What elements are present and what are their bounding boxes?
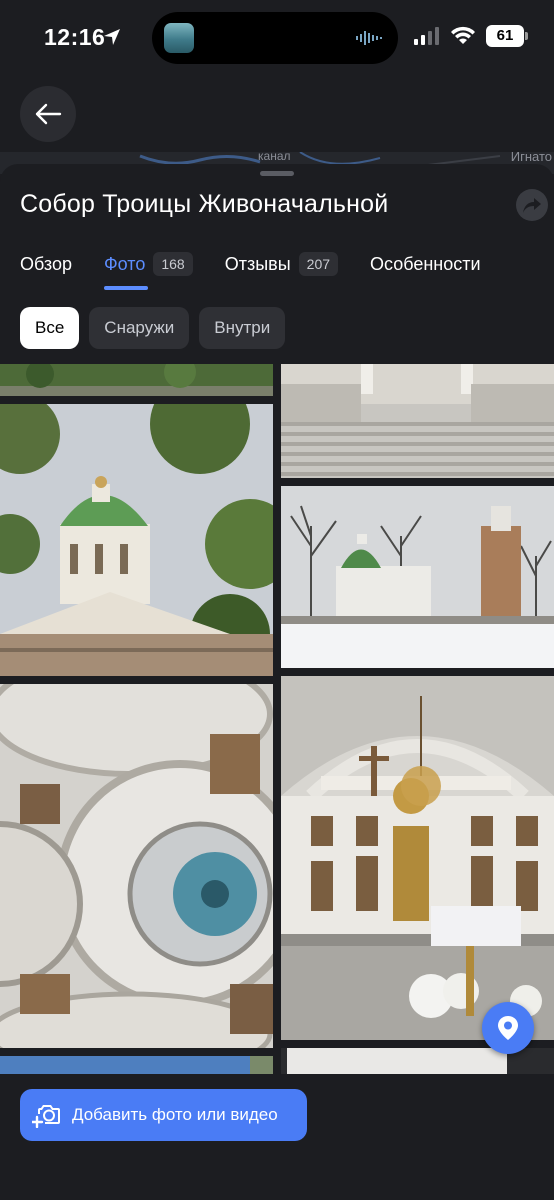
now-playing-thumbnail xyxy=(164,23,194,53)
photo-tile[interactable] xyxy=(281,676,554,1040)
photo-church-dome xyxy=(0,404,273,676)
map-label-canal: канал xyxy=(258,152,291,163)
filter-chip-outside[interactable]: Снаружи xyxy=(89,307,190,349)
photo-trees-partial xyxy=(0,364,273,396)
top-bar xyxy=(0,76,554,156)
filter-chip-all[interactable]: Все xyxy=(20,307,80,349)
photo-tile[interactable] xyxy=(0,404,273,676)
share-icon xyxy=(523,198,541,213)
battery-indicator: 61 xyxy=(486,25,528,47)
active-tab-indicator xyxy=(104,286,148,290)
tab-features[interactable]: Особенности xyxy=(370,244,481,284)
filter-chip-inside[interactable]: Внутри xyxy=(199,307,286,349)
location-arrow-icon xyxy=(104,29,120,45)
photo-tile[interactable] xyxy=(281,364,554,478)
back-button[interactable] xyxy=(20,86,76,142)
tab-features-label: Особенности xyxy=(370,253,481,274)
tab-photos-count: 168 xyxy=(153,252,193,276)
add-photo-video-button[interactable]: Добавить фото или видео xyxy=(20,1089,307,1141)
photo-tile[interactable] xyxy=(281,486,554,668)
share-button[interactable] xyxy=(516,189,548,221)
show-on-map-button[interactable] xyxy=(482,1002,534,1054)
signal-icon xyxy=(414,27,439,45)
tab-reviews[interactable]: Отзывы 207 xyxy=(224,244,339,284)
photo-winter-church xyxy=(281,486,554,668)
bottom-action-bar: Добавить фото или видео xyxy=(0,1074,554,1160)
tab-reviews-label: Отзывы xyxy=(224,253,291,274)
photo-filter-chips: Все Снаружи Внутри xyxy=(20,307,286,349)
sheet-grabber[interactable] xyxy=(260,171,294,176)
status-bar: 12:16 61 xyxy=(0,0,554,76)
tab-reviews-count: 207 xyxy=(298,252,339,276)
photo-church-stairs xyxy=(281,364,554,478)
tab-photos[interactable]: Фото 168 xyxy=(104,244,193,290)
dynamic-island xyxy=(152,12,398,64)
status-time: 12:16 xyxy=(44,24,106,50)
place-tabs: Обзор Фото 168 Отзывы 207 Особенности xyxy=(20,244,513,290)
home-indicator-area xyxy=(0,1160,554,1200)
tab-photos-label: Фото xyxy=(104,253,146,274)
photo-iconostasis xyxy=(281,676,554,1040)
back-arrow-icon xyxy=(35,103,62,125)
tab-overview-label: Обзор xyxy=(20,253,72,274)
audio-wave-icon xyxy=(356,31,382,45)
status-icons: 61 xyxy=(414,25,528,47)
place-title: Собор Троицы Живоначальной xyxy=(20,190,389,218)
add-photo-video-label: Добавить фото или видео xyxy=(72,1105,278,1124)
tab-overview[interactable]: Обзор xyxy=(20,244,72,284)
map-pin-icon xyxy=(498,1016,518,1040)
map-label-street: Игнато xyxy=(510,152,552,164)
photo-tile[interactable] xyxy=(0,1056,273,1074)
photo-sky-partial xyxy=(0,1056,273,1074)
add-photo-icon xyxy=(32,1105,60,1128)
photo-tile[interactable] xyxy=(0,684,273,1048)
wifi-icon xyxy=(451,26,475,44)
photo-interior-ceiling xyxy=(0,684,273,1048)
photo-tile[interactable] xyxy=(0,364,273,396)
